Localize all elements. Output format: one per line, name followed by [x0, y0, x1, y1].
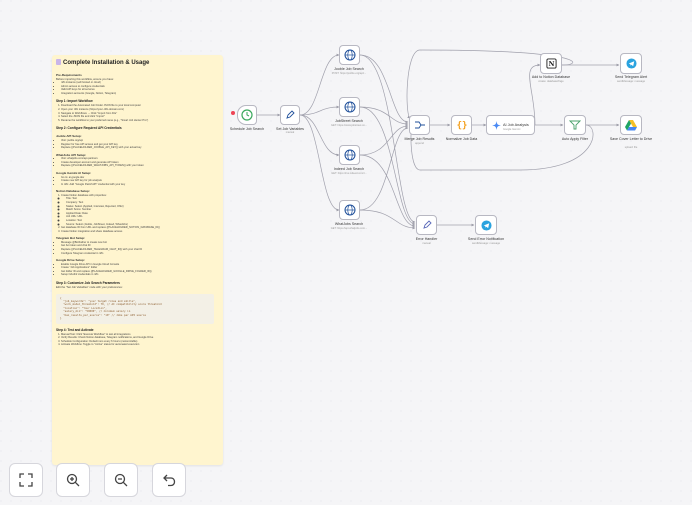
fit-view-button[interactable] — [9, 463, 43, 497]
zoom-in-button[interactable] — [56, 463, 90, 497]
node-send-telegram-alert[interactable] — [620, 53, 642, 74]
sticky-title: Complete Installation & Usage — [56, 59, 219, 67]
list-item: Create Notion database with properties: … — [61, 194, 219, 226]
list-item: Activate Workflow: Toggle to "Active" st… — [61, 343, 219, 347]
node-send-error-notification[interactable] — [475, 215, 497, 235]
step2-heading: Step 2: Configure Required API Credentia… — [56, 126, 122, 131]
ai-node-title: AI Job Analysis — [503, 123, 529, 127]
step4-list: Manual Test: Click "Execute Workflow" to… — [61, 333, 219, 347]
list-item: Integration accounts (Google, Notion, Te… — [61, 92, 219, 96]
node-subtitle: POST: https://jooble.org/api/... — [331, 71, 367, 75]
node-subtitle: manual — [285, 131, 295, 134]
node-save-cover-letter-to-drive[interactable] — [620, 115, 642, 135]
node-subtitle: sendMessage: message — [616, 79, 646, 83]
step1-list: Download the Automated Job Finder JSON f… — [61, 104, 219, 122]
svg-text:N: N — [548, 60, 554, 68]
notebook-icon — [56, 59, 61, 65]
node-schedule-job-search[interactable] — [237, 105, 257, 125]
list-item: Create Notion integration and share data… — [61, 230, 219, 234]
node-auto-apply-filter[interactable] — [564, 115, 586, 135]
list-item: Setup OAuth2 credentials in n8n — [61, 273, 219, 277]
node-jooble-job-search[interactable] — [339, 45, 360, 65]
node-subtitle: sendMessage: message — [471, 241, 501, 245]
globe-icon — [344, 149, 355, 161]
globe-icon — [344, 101, 355, 113]
node-subtitle: upload: file — [624, 145, 638, 149]
svg-text:{}: {} — [456, 121, 467, 131]
node-merge-job-results[interactable] — [409, 115, 430, 135]
ai-node-subtitle: Google Gemini — [503, 127, 521, 131]
node-set-job-variables[interactable] — [280, 105, 300, 125]
fit-view-icon — [19, 473, 33, 487]
whatjobs-list: Visit: whatjobs.com/api-partners Create … — [61, 157, 219, 168]
node-error-handler[interactable] — [416, 215, 437, 235]
gdrive-list: Enable Google Drive API in Google Cloud … — [61, 263, 219, 277]
node-label: Save Cover Letter to Drive — [609, 137, 653, 141]
trigger-indicator — [231, 111, 235, 115]
node-add-to-notion-database[interactable]: N — [540, 53, 562, 74]
gemini-icon — [492, 121, 501, 130]
globe-icon — [344, 204, 355, 216]
pencil-icon — [422, 220, 432, 229]
node-ai-job-analysis[interactable]: AI Job Analysis Google Gemini — [486, 115, 535, 135]
list-item: Replace {{PLACEHOLDER_JOOBLE_API_KEY}} w… — [61, 146, 219, 150]
node-subtitle: GET: https://rss.indeed.com/r... — [331, 171, 367, 175]
clock-icon — [241, 109, 253, 121]
node-subtitle: create: databasePage — [538, 79, 564, 83]
undo-icon — [163, 474, 176, 487]
zoom-out-icon — [114, 473, 128, 487]
list-item: In n8n: Add "Google PaLM API" credential… — [61, 183, 219, 187]
config-code-block: { "job_keywords": "your target roles and… — [56, 293, 214, 324]
list-item: Replace {{PLACEHOLDER_WHATJOBS_API_TOKEN… — [61, 164, 219, 168]
node-indeed-job-search[interactable] — [339, 145, 360, 165]
node-subtitle: manual — [422, 241, 431, 245]
node-label: Normalize Job Data — [445, 137, 478, 141]
list-item: Configure Telegram credential in n8n — [61, 252, 219, 256]
pencil-icon — [286, 110, 295, 119]
merge-icon — [414, 121, 425, 129]
google-drive-icon — [625, 119, 637, 130]
prereq-list: n8n instance (self-hosted or cloud) Admi… — [61, 81, 219, 95]
jooble-list: Visit: jooble.org/api Register for free … — [61, 139, 219, 150]
node-subtitle: GET: https://www.jobstreet.co... — [330, 123, 368, 127]
list-item: Rename the workflow to your preferred na… — [61, 119, 219, 123]
notion-list: Create Notion database with properties: … — [61, 194, 219, 234]
node-subtitle: GET: https://api.whatjobs.com... — [330, 226, 368, 230]
undo-button[interactable] — [152, 463, 186, 497]
notion-icon: N — [545, 58, 557, 69]
notion-props-list: Title: Text Company: Text Status: Select… — [66, 197, 219, 226]
node-subtitle: append — [415, 141, 424, 145]
filter-icon — [569, 120, 581, 130]
telegram-icon — [625, 58, 637, 69]
node-normalize-job-data[interactable]: {} — [451, 115, 472, 135]
telegram-list: Message @BotFather to create new bot Get… — [61, 241, 219, 255]
code-braces-icon: {} — [456, 121, 467, 131]
zoom-out-button[interactable] — [104, 463, 138, 497]
sticky-title-text: Complete Installation & Usage — [63, 60, 150, 66]
step3-text: Edit the "Set Job Variables" node with y… — [56, 286, 123, 290]
globe-icon — [344, 49, 355, 61]
gemini-list: Go to: ai.google.dev Create new API key … — [61, 176, 219, 187]
node-label: Auto Apply Filter — [561, 137, 589, 141]
node-whatjobs-search[interactable] — [339, 200, 360, 220]
telegram-icon — [480, 219, 492, 231]
zoom-in-icon — [66, 473, 80, 487]
node-jobstreet-search[interactable] — [339, 97, 360, 117]
installation-sticky-note[interactable]: Complete Installation & Usage Pre-Requir… — [52, 55, 223, 465]
